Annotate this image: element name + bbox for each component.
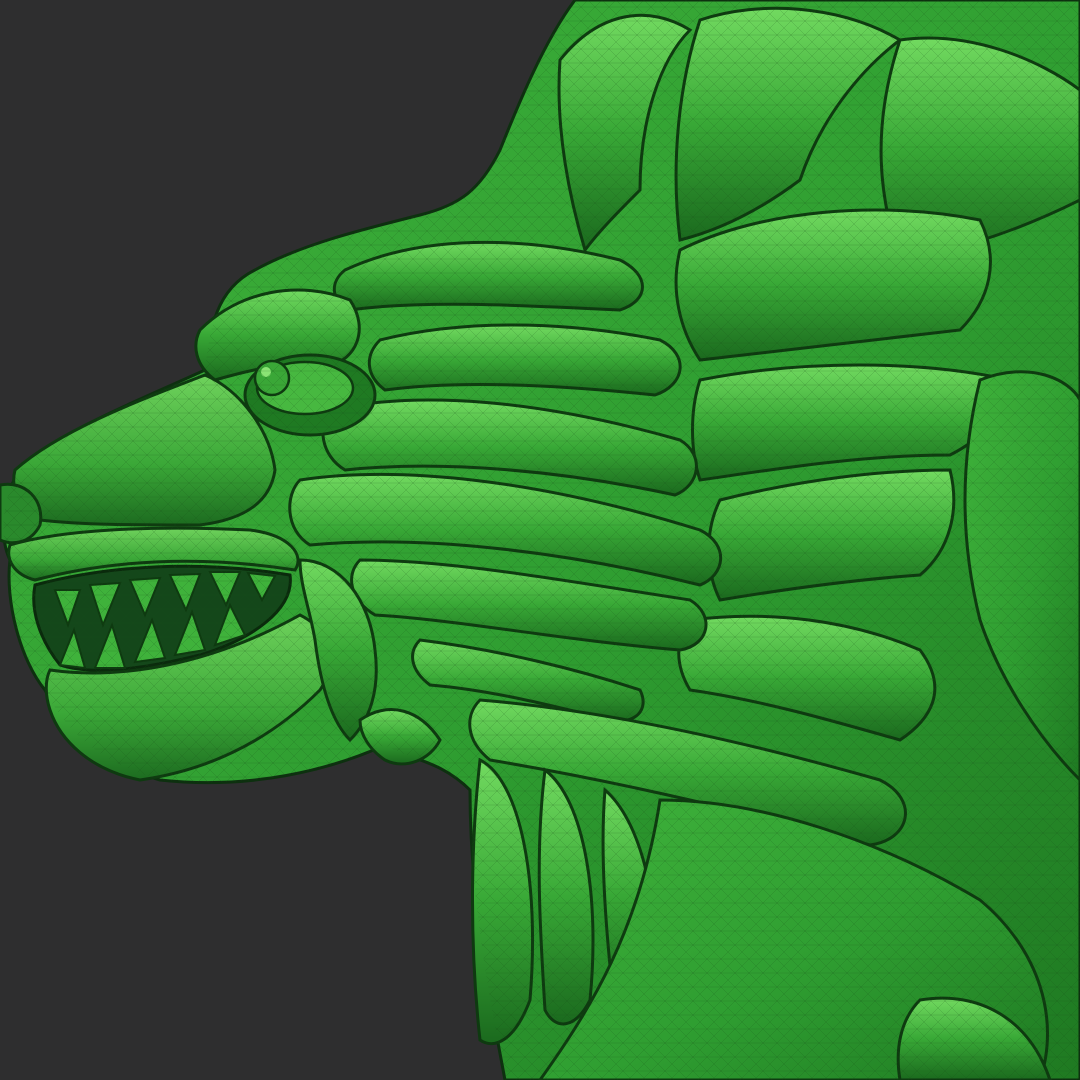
wolf-relief-sculpture <box>0 0 1080 1080</box>
viewport <box>0 0 1080 1080</box>
